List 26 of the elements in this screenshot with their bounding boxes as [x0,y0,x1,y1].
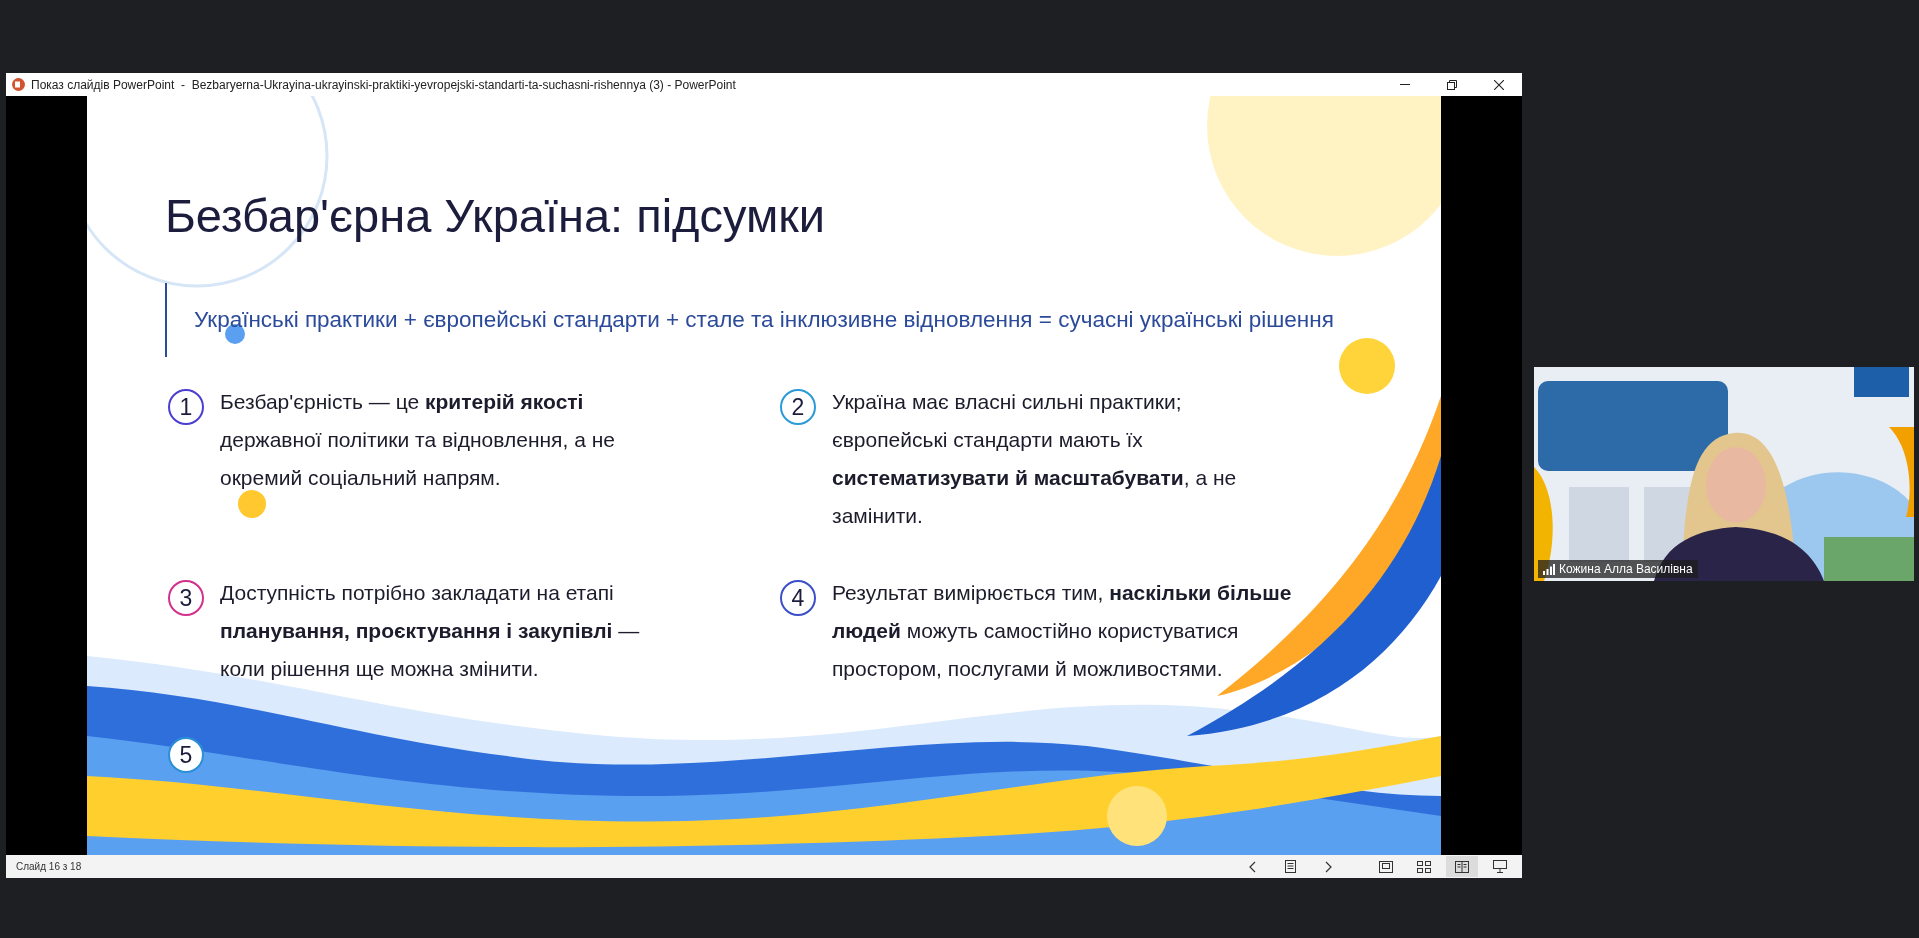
grid-view-icon [1417,860,1431,873]
signal-icon [1543,563,1555,575]
restore-icon [1446,79,1457,90]
normal-view-icon [1379,860,1393,873]
window-title: Показ слайдів PowerPoint - Bezbaryerna-Ukrayina-ukrayinski-praktiki-yevropejski-standarti-ta-suchasni-rishennya (3) - PowerPoint [31,77,737,92]
summary-point: Безбар'єрність — це критерій якості державної політики та відновлення, а не окремий соціальний напрям. [220,389,616,491]
presentation-icon [1493,860,1507,873]
participant-name: Кожина Алла Василівна [1559,562,1693,576]
slide-counter: Слайд 16 з 18 [16,861,83,872]
document-icon [1284,860,1296,873]
slide-subtitle: Українські практики + європейські стандарти + стале та інклюзивне відновлення = сучасні українські рішення [194,307,1334,333]
number-circle: 3 [168,580,204,616]
powerpoint-logo-icon [12,78,25,91]
summary-point: Результат вимірюється тим, наскільки більше людей можуть самостійно користуватися простором, послугами й можливостями. [832,580,1292,682]
number-circle: 2 [780,389,816,425]
chevron-right-icon [1324,860,1332,873]
number-circle: 1 [168,389,204,425]
chevron-left-icon [1248,860,1256,873]
number-circle: 4 [780,580,816,616]
view-button[interactable] [1446,856,1478,877]
summary-point: Доступність потрібно закладати на етапі планування, проєктування і закупівлі — коли рішення ще можна змінити. [220,580,641,682]
book-icon [1455,860,1469,873]
summary-point: Україна має власні сильні практики; європейські стандарти мають їх систематизувати й масштабувати, а не замінити. [832,389,1238,529]
minimize-icon [1399,84,1410,85]
close-icon [1493,79,1504,90]
slide-title: Безбар'єрна Україна: підсумки [165,188,826,243]
